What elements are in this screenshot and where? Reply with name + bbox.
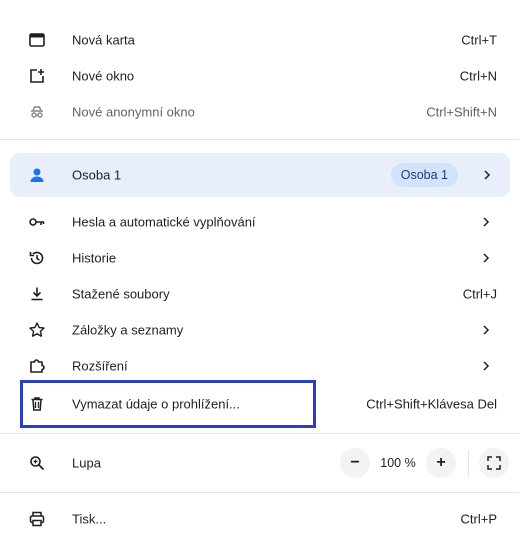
menu-divider (0, 433, 519, 434)
menu-item-downloads[interactable]: Stažené soubory Ctrl+J (0, 276, 519, 312)
downloads-label: Stažené soubory (72, 286, 170, 302)
menu-item-profile[interactable]: Osoba 1 Osoba 1 (10, 153, 510, 197)
new-tab-icon (28, 31, 46, 49)
zoom-controls: − 100 % + (340, 448, 509, 478)
star-icon (28, 321, 46, 339)
zoom-value: 100 % (380, 456, 416, 470)
extensions-label: Rozšíření (72, 358, 128, 374)
incognito-label: Nové anonymní okno (72, 104, 195, 120)
passwords-label: Hesla a automatické vyplňování (72, 214, 256, 230)
chevron-right-icon (481, 216, 491, 228)
menu-item-incognito[interactable]: Nové anonymní okno Ctrl+Shift+N (0, 94, 519, 130)
new-window-shortcut: Ctrl+N (459, 68, 497, 84)
chrome-main-menu: Nová karta Ctrl+T Nové okno Ctrl+N Nové … (0, 0, 519, 535)
new-window-label: Nové okno (72, 68, 135, 84)
history-label: Historie (72, 250, 117, 266)
highlight-box (20, 380, 316, 428)
menu-item-zoom: Lupa − 100 % + (0, 445, 519, 481)
printer-icon (28, 510, 46, 528)
key-icon (28, 213, 46, 231)
person-icon (28, 166, 46, 184)
new-window-icon (28, 67, 46, 85)
download-icon (28, 285, 46, 303)
incognito-shortcut: Ctrl+Shift+N (426, 104, 497, 120)
new-tab-label: Nová karta (72, 32, 135, 48)
chevron-right-icon (481, 252, 491, 264)
zoom-icon (28, 454, 46, 472)
zoom-in-button[interactable]: + (426, 448, 456, 478)
menu-divider (0, 139, 519, 140)
downloads-shortcut: Ctrl+J (462, 286, 497, 302)
profile-badge: Osoba 1 (390, 163, 458, 187)
menu-item-new-window[interactable]: Nové okno Ctrl+N (0, 58, 519, 94)
menu-item-bookmarks[interactable]: Záložky a seznamy (0, 312, 519, 348)
zoom-separator (468, 450, 469, 476)
chevron-right-icon (481, 360, 491, 372)
fullscreen-button[interactable] (479, 448, 509, 478)
print-shortcut: Ctrl+P (460, 511, 497, 527)
zoom-label: Lupa (72, 455, 101, 471)
chevron-right-icon (481, 324, 491, 336)
menu-item-extensions[interactable]: Rozšíření (0, 348, 519, 384)
incognito-icon (28, 103, 46, 121)
menu-divider (0, 492, 519, 493)
chevron-right-icon (482, 169, 492, 181)
fullscreen-icon (487, 456, 501, 470)
menu-item-passwords[interactable]: Hesla a automatické vyplňování (0, 204, 519, 240)
menu-item-print[interactable]: Tisk... Ctrl+P (0, 501, 519, 537)
menu-item-history[interactable]: Historie (0, 240, 519, 276)
new-tab-shortcut: Ctrl+T (461, 32, 497, 48)
clear-browsing-data-shortcut: Ctrl+Shift+Klávesa Del (366, 396, 497, 412)
bookmarks-label: Záložky a seznamy (72, 322, 184, 338)
print-label: Tisk... (72, 511, 107, 527)
menu-item-new-tab[interactable]: Nová karta Ctrl+T (0, 22, 519, 58)
zoom-out-button[interactable]: − (340, 448, 370, 478)
puzzle-icon (28, 357, 46, 375)
profile-label: Osoba 1 (72, 167, 122, 183)
history-icon (28, 249, 46, 267)
